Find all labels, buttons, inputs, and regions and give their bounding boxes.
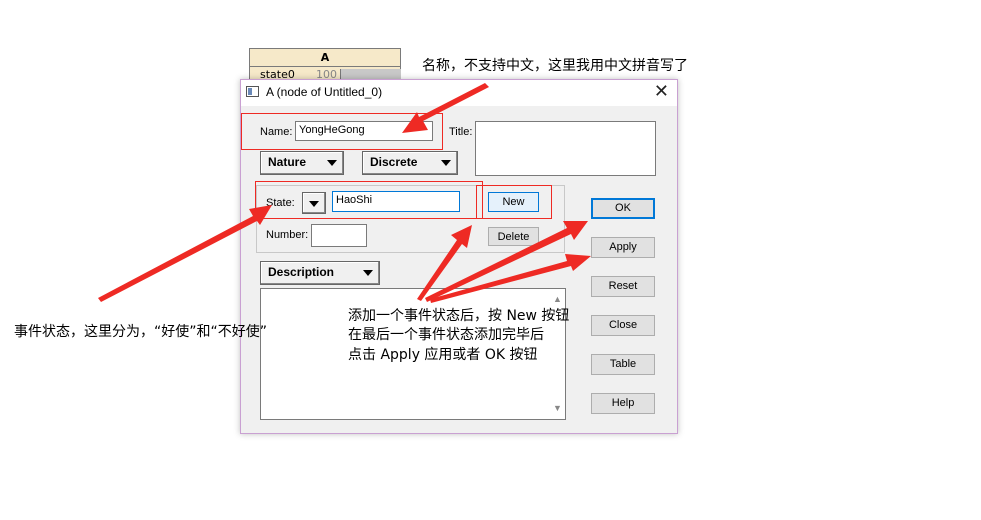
close-button[interactable]: Close	[591, 315, 655, 336]
ok-button[interactable]: OK	[591, 198, 655, 219]
description-dropdown-label: Description	[268, 265, 335, 279]
node-title: A	[250, 49, 400, 67]
new-annotation-line2: 在最后一个事件状态添加完毕后	[348, 327, 544, 343]
chevron-down-icon	[363, 270, 373, 276]
dialog-title: A (node of Untitled_0)	[266, 85, 383, 99]
state-label: State:	[266, 197, 295, 209]
name-label: Name:	[260, 126, 293, 138]
table-button[interactable]: Table	[591, 354, 655, 375]
reset-button[interactable]: Reset	[591, 276, 655, 297]
title-label: Title:	[449, 126, 473, 138]
scroll-up-icon[interactable]: ▲	[553, 292, 562, 307]
state-dropdown-button[interactable]	[302, 192, 326, 214]
new-annotation-line1: 添加一个事件状态后，按 New 按钮	[348, 308, 570, 324]
discrete-dropdown[interactable]: Discrete	[362, 151, 458, 175]
nature-dropdown-label: Nature	[268, 155, 307, 169]
scroll-down-icon[interactable]: ▼	[553, 401, 562, 416]
node-properties-dialog: A (node of Untitled_0) ✕ Name: YongHeGon…	[240, 79, 678, 434]
number-label: Number:	[266, 229, 309, 241]
discrete-dropdown-label: Discrete	[370, 155, 418, 169]
chevron-down-icon	[309, 201, 319, 207]
delete-state-button[interactable]: Delete	[488, 227, 539, 246]
close-icon[interactable]: ✕	[654, 82, 669, 102]
new-annotation-line3: 点击 Apply 应用或者 OK 按钮	[348, 347, 538, 363]
state-input[interactable]: HaoShi	[332, 191, 460, 212]
title-textarea[interactable]	[475, 121, 656, 176]
number-input[interactable]	[311, 224, 367, 247]
apply-button[interactable]: Apply	[591, 237, 655, 258]
new-state-button[interactable]: New	[488, 192, 539, 212]
window-icon	[246, 86, 259, 97]
chevron-down-icon	[327, 160, 337, 166]
nature-dropdown[interactable]: Nature	[260, 151, 344, 175]
dialog-titlebar[interactable]: A (node of Untitled_0) ✕	[241, 80, 677, 106]
state-annotation: 事件状态，这里分为，“好使”和“不好使”	[14, 324, 268, 340]
description-dropdown[interactable]: Description	[260, 261, 380, 285]
chevron-down-icon	[441, 160, 451, 166]
name-annotation: 名称，不支持中文，这里我用中文拼音写了	[422, 58, 688, 74]
help-button[interactable]: Help	[591, 393, 655, 414]
name-input[interactable]: YongHeGong	[295, 121, 433, 141]
